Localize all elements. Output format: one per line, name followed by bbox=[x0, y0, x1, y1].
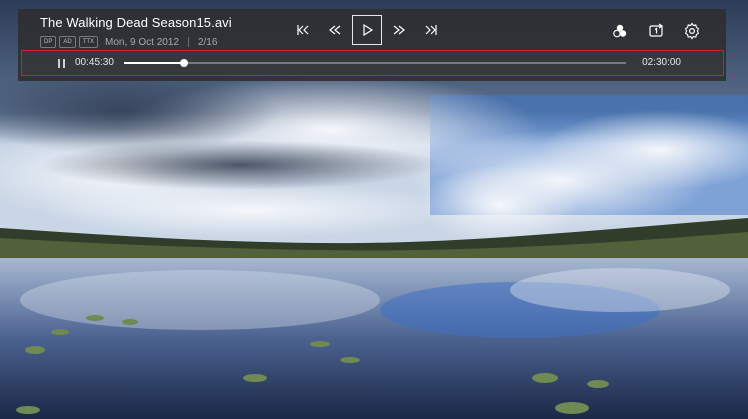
seek-progress bbox=[124, 62, 185, 64]
skip-next-icon bbox=[425, 25, 437, 35]
skip-previous-button[interactable] bbox=[288, 15, 318, 45]
badge-dp: DP bbox=[40, 36, 57, 48]
current-time: 00:45:30 bbox=[75, 57, 114, 68]
total-time: 02:30:00 bbox=[642, 57, 681, 68]
rewind-icon bbox=[329, 25, 341, 35]
transport-controls bbox=[288, 15, 446, 45]
seek-track[interactable] bbox=[124, 59, 626, 67]
progress-bar-panel: 00:45:30 02:30:00 bbox=[21, 50, 724, 76]
repeat-one-button[interactable] bbox=[644, 19, 668, 43]
repeat-one-icon bbox=[649, 23, 664, 37]
video-info: DP AD TTX Mon, 9 Oct 2012 2/16 bbox=[40, 36, 217, 48]
tool-buttons bbox=[608, 19, 704, 43]
play-icon bbox=[363, 23, 374, 37]
settings-icon bbox=[684, 22, 700, 40]
picture-mode-button[interactable] bbox=[608, 19, 632, 43]
badge-ad: AD bbox=[59, 36, 76, 48]
fast-forward-icon bbox=[393, 25, 405, 35]
seek-handle[interactable] bbox=[180, 59, 189, 67]
fast-forward-button[interactable] bbox=[384, 15, 414, 45]
episode-index: 2/16 bbox=[197, 36, 218, 48]
rewind-button[interactable] bbox=[320, 15, 350, 45]
badge-ttx: TTX bbox=[78, 36, 99, 48]
pause-icon[interactable] bbox=[58, 59, 66, 68]
skip-previous-icon bbox=[297, 25, 309, 35]
skip-next-button[interactable] bbox=[416, 15, 446, 45]
play-button[interactable] bbox=[352, 15, 382, 45]
video-title: The Walking Dead Season15.avi bbox=[40, 15, 232, 30]
settings-button[interactable] bbox=[680, 19, 704, 43]
meta-divider bbox=[187, 37, 189, 47]
video-date: Mon, 9 Oct 2012 bbox=[105, 36, 179, 48]
picture-mode-icon bbox=[613, 24, 627, 38]
